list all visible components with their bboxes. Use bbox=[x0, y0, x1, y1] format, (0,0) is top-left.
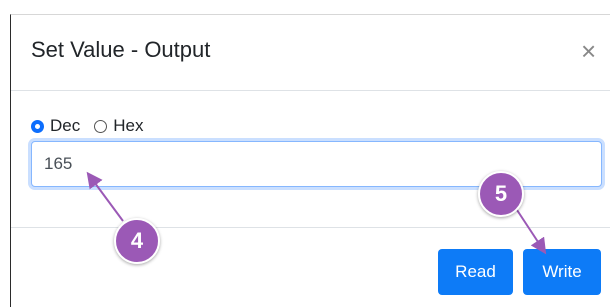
radio-option-hex[interactable]: Hex bbox=[94, 116, 143, 136]
radio-dec-label: Dec bbox=[50, 116, 81, 135]
format-radio-group: Dec Hex bbox=[31, 115, 157, 137]
radio-hex-label: Hex bbox=[113, 116, 144, 135]
radio-dec[interactable] bbox=[31, 119, 44, 133]
radio-hex[interactable] bbox=[94, 119, 108, 133]
write-button[interactable]: Write bbox=[523, 249, 601, 295]
footer-divider bbox=[11, 227, 610, 228]
callout-step-5: 5 bbox=[478, 171, 524, 217]
dialog-header: Set Value - Output × bbox=[11, 15, 610, 91]
dialog-title: Set Value - Output bbox=[31, 37, 211, 62]
radio-option-dec[interactable]: Dec bbox=[31, 116, 80, 136]
close-icon[interactable]: × bbox=[581, 38, 596, 64]
read-button[interactable]: Read bbox=[438, 249, 513, 295]
callout-step-4: 4 bbox=[114, 218, 160, 264]
set-value-dialog: Set Value - Output × Dec Hex Read Write bbox=[10, 14, 610, 307]
